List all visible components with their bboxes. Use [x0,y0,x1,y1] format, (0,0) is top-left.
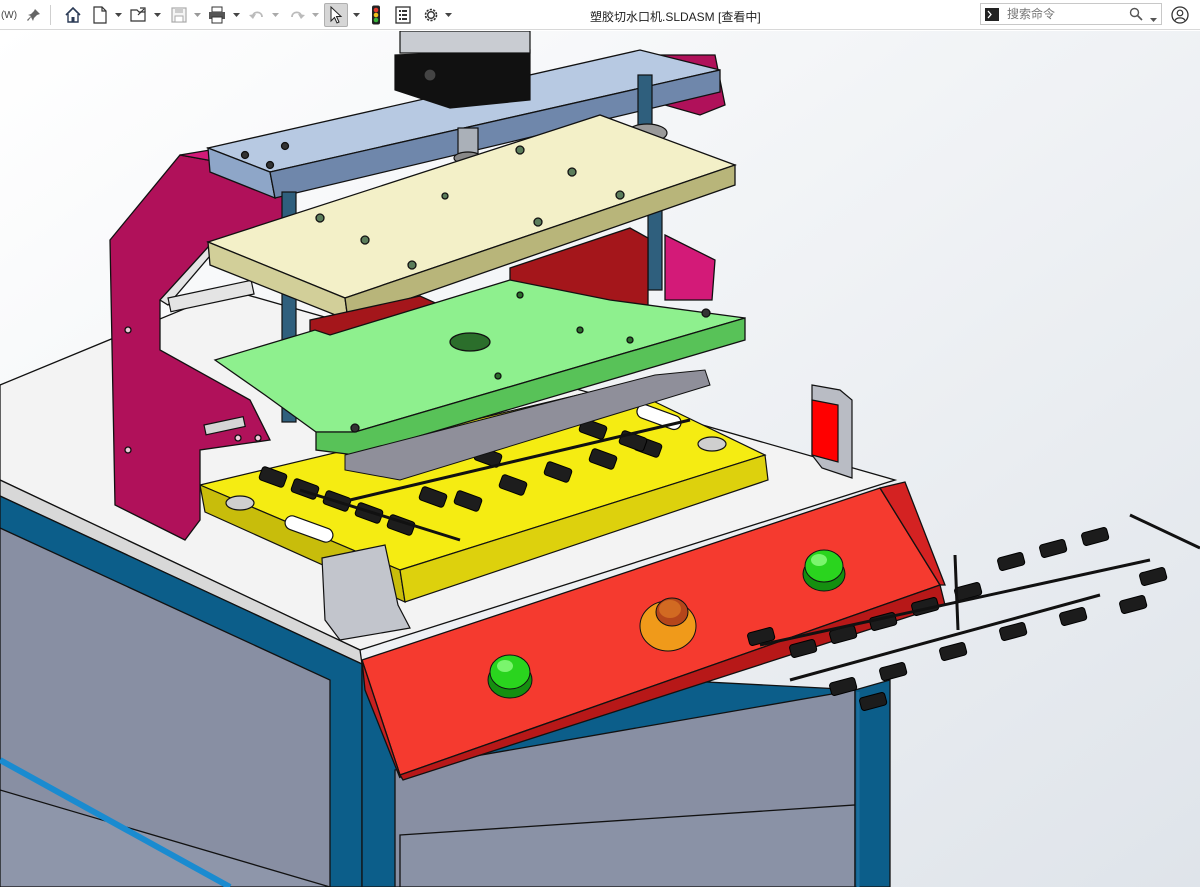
save-icon[interactable] [168,3,190,27]
open-dropdown-chevron-icon[interactable] [153,10,161,20]
select-arrow-icon[interactable] [324,3,348,27]
select-dropdown-chevron-icon[interactable] [352,10,360,20]
search-input[interactable] [1003,5,1123,23]
new-dropdown-chevron-icon[interactable] [114,10,122,20]
print-dropdown-chevron-icon[interactable] [232,10,240,20]
start-button-right [802,549,846,592]
file-properties-icon[interactable] [392,3,414,27]
undo-dropdown-chevron-icon[interactable] [271,10,279,20]
start-button-left [487,654,533,699]
options-gear-icon[interactable] [420,3,442,27]
toolbar-left-fragment: (W) [0,9,18,21]
command-prompt-icon [981,7,1003,21]
redo-icon[interactable] [286,3,308,27]
cad-assembly-render [0,31,1200,887]
pin-icon[interactable] [23,3,45,27]
search-command-box[interactable] [980,3,1162,25]
search-dropdown-chevron-icon[interactable] [1150,11,1157,25]
save-dropdown-chevron-icon[interactable] [193,10,201,20]
undo-icon[interactable] [246,3,268,27]
search-icon[interactable] [1129,7,1143,24]
graphics-viewport[interactable] [0,31,1200,887]
new-document-icon[interactable] [90,3,110,27]
open-document-icon[interactable] [128,3,150,27]
document-title: 塑胶切水口机.SLDASM [查看中] [590,10,761,24]
print-icon[interactable] [206,3,228,27]
redo-dropdown-chevron-icon[interactable] [311,10,319,20]
command-toolbar: (W) 塑胶切水口机.SLDASM [查看中] [0,0,1200,30]
options-dropdown-chevron-icon[interactable] [444,10,452,20]
user-account-icon[interactable] [1168,3,1192,27]
home-icon[interactable] [62,3,84,27]
toolbar-separator [50,5,51,25]
rebuild-traffic-light-icon[interactable] [367,3,385,27]
